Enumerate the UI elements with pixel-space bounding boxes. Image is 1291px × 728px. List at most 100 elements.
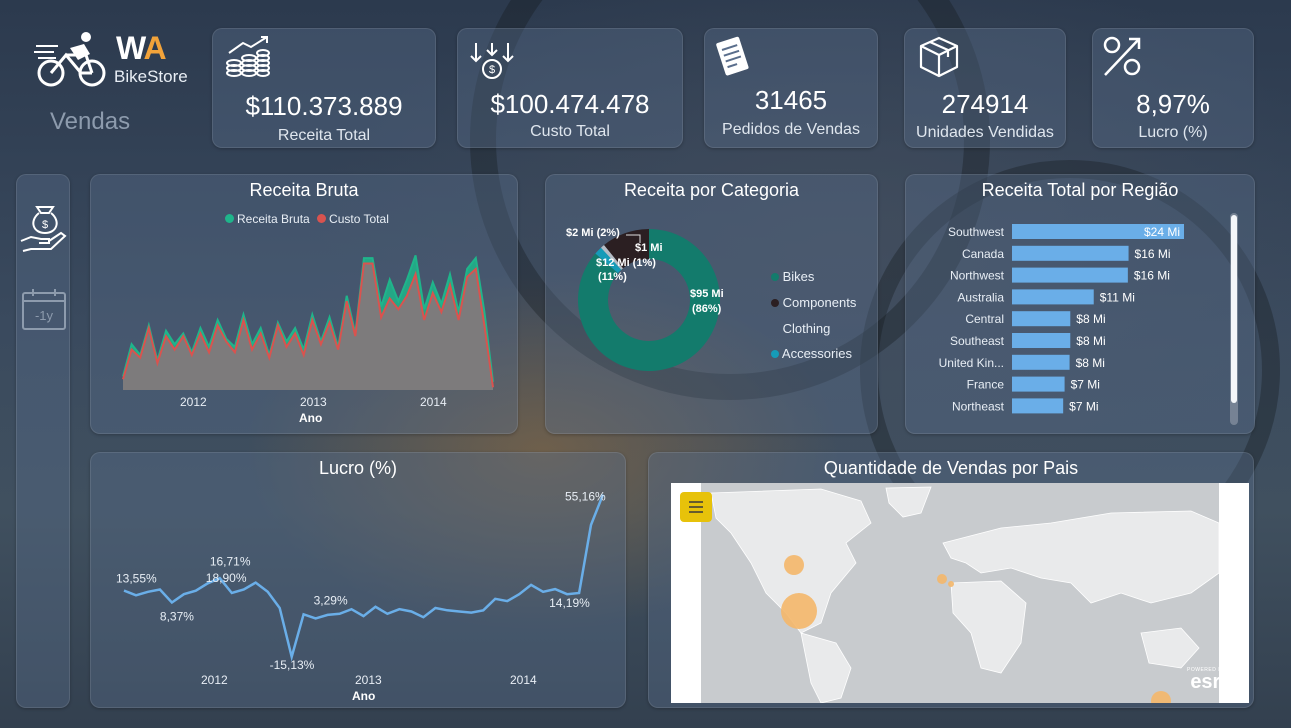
x-axis-label: Ano <box>352 689 376 703</box>
region-bar[interactable] <box>1012 245 1129 261</box>
legend-item-clothing[interactable]: Clothing <box>771 321 831 336</box>
legend-item-bikes[interactable]: Bikes <box>771 269 814 284</box>
panel-title: Lucro (%) <box>318 458 398 478</box>
legend-label: Clothing <box>782 321 831 336</box>
revenue-growth-icon <box>226 36 270 77</box>
map-menu-button[interactable] <box>680 492 712 522</box>
legend-dot <box>771 299 779 307</box>
region-label: Northwest <box>950 269 1005 283</box>
kpi-value: $100.474.478 <box>490 89 650 119</box>
lucro-panel: Lucro (%) 13,55% 8,37% 18,90% 16,71% -15,13%… <box>90 452 626 708</box>
region-label: Australia <box>957 290 1004 304</box>
kpi-value: $110.373.889 <box>245 91 403 121</box>
receita-bruta-panel: Receita Bruta Receita Bruta Custo Total … <box>90 174 518 434</box>
scrollbar[interactable] <box>1230 213 1238 425</box>
kpi-card-pedidos: 31465 Pedidos de Vendas <box>704 28 878 148</box>
legend-dot <box>771 350 779 358</box>
region-label: Southwest <box>948 225 1005 239</box>
box-icon <box>919 36 959 78</box>
panel-title: Receita Total por Região <box>981 180 1179 200</box>
legend-item-components[interactable]: Components <box>771 295 856 310</box>
kpi-card-lucro: 8,97% Lucro (%) <box>1092 28 1254 148</box>
calendar-label: -1y <box>34 308 54 323</box>
region-bar[interactable] <box>1012 376 1065 392</box>
kpi-value: 31465 <box>754 85 828 115</box>
region-bar[interactable] <box>1012 267 1128 283</box>
legend-label: Custo Total <box>329 212 389 226</box>
sidebar: $ -1y <box>16 174 70 708</box>
region-label: Canada <box>962 247 1004 261</box>
lucro-chart: 13,55% 8,37% 18,90% 16,71% -15,13% 3,29% 14,19… <box>116 490 606 672</box>
cyclist-icon <box>34 32 106 87</box>
hamburger-menu-icon <box>689 501 703 513</box>
legend-label: Components <box>782 295 857 310</box>
region-bar[interactable] <box>1012 311 1071 327</box>
lucro-data-label: 3,29% <box>314 593 348 607</box>
kpi-label: Custo Total <box>530 123 610 140</box>
region-label: Northeast <box>952 399 1005 413</box>
kpi-label: Receita Total <box>277 127 371 144</box>
region-value-label: $7 Mi <box>1071 378 1100 392</box>
legend-dot <box>771 325 779 333</box>
world-map[interactable] <box>671 483 1249 703</box>
legend-label: Accessories <box>781 346 852 361</box>
legend-dot <box>771 273 779 281</box>
map-canvas[interactable]: POWERED BY esri <box>671 483 1249 703</box>
svg-text:$: $ <box>42 219 48 231</box>
kpi-label: Lucro (%) <box>1138 124 1208 141</box>
lucro-data-label: -15,13% <box>270 658 315 672</box>
receita-regiao-chart: Southwest $24 Mi Canada $16 Mi Northwest $16 … <box>939 224 1184 414</box>
lucro-line <box>123 494 605 662</box>
svg-text:$: $ <box>489 64 495 76</box>
x-tick: 2014 <box>510 673 537 687</box>
region-label: United Kin... <box>939 356 1004 370</box>
lucro-data-label: 18,90% <box>206 571 247 585</box>
lucro-data-label: 8,37% <box>160 610 194 624</box>
percent-icon <box>1103 36 1141 76</box>
receita-regiao-panel: Receita Total por Região Southwest $24 Mi… <box>905 174 1255 434</box>
region-bar[interactable] <box>1012 289 1094 305</box>
lucro-data-label: 16,71% <box>210 554 251 568</box>
legend-label: Bikes <box>782 269 815 284</box>
region-label: Southeast <box>950 334 1005 348</box>
donut-data-label: $95 Mi <box>690 288 724 300</box>
kpi-value: 274914 <box>941 89 1029 119</box>
region-value-label: $8 Mi <box>1076 312 1105 326</box>
cost-down-icon: $ <box>470 43 514 79</box>
order-document-icon <box>716 36 749 76</box>
mapa-panel: Quantidade de Vendas por Pais POWERED BY… <box>648 452 1254 708</box>
x-axis-label: Ano <box>299 411 323 425</box>
region-value-label: $16 Mi <box>1135 247 1171 261</box>
region-value-label: $7 Mi <box>1069 399 1098 413</box>
receita-categoria-panel: Receita por Categoria $2 Mi (2%) $1 Mi $… <box>545 174 878 434</box>
calendar-prior-year-button[interactable]: -1y <box>21 287 67 333</box>
kpi-card-custo-total: $ $100.474.478 Custo Total <box>457 28 683 148</box>
lucro-data-label: 13,55% <box>116 572 157 586</box>
lucro-data-label: 14,19% <box>549 596 590 610</box>
esri-logo: esri <box>1190 671 1226 693</box>
region-bar[interactable] <box>1012 354 1070 370</box>
page-title: Vendas <box>50 108 131 135</box>
region-bar[interactable] <box>1012 398 1064 414</box>
scrollbar-thumb[interactable] <box>1231 215 1237 403</box>
x-tick: 2014 <box>420 395 447 409</box>
logo-letter-a: A <box>143 30 166 66</box>
legend-item-accessories[interactable]: Accessories <box>771 346 852 361</box>
kpi-value: 8,97% <box>1136 89 1210 119</box>
x-tick: 2013 <box>355 673 382 687</box>
donut-data-label: $2 Mi (2%) <box>566 227 620 239</box>
x-tick: 2013 <box>300 395 327 409</box>
logo-letter-w: W <box>116 30 144 66</box>
kpi-card-receita-total: $110.373.889 Receita Total <box>212 28 436 148</box>
region-label: France <box>967 378 1005 392</box>
region-bar[interactable] <box>1012 333 1071 348</box>
region-label: Central <box>965 312 1004 326</box>
kpi-card-unidades: 274914 Unidades Vendidas <box>904 28 1066 148</box>
chart-legend: Receita Bruta Custo Total <box>225 212 389 226</box>
money-hand-icon[interactable]: $ <box>19 201 67 253</box>
area-series-custo-total <box>123 263 493 390</box>
logo-brand-name: BikeStore <box>114 67 188 86</box>
legend-label: Receita Bruta <box>237 212 310 226</box>
donut-data-label: (11%) <box>598 271 627 283</box>
donut-data-label: $1 Mi <box>635 242 663 254</box>
